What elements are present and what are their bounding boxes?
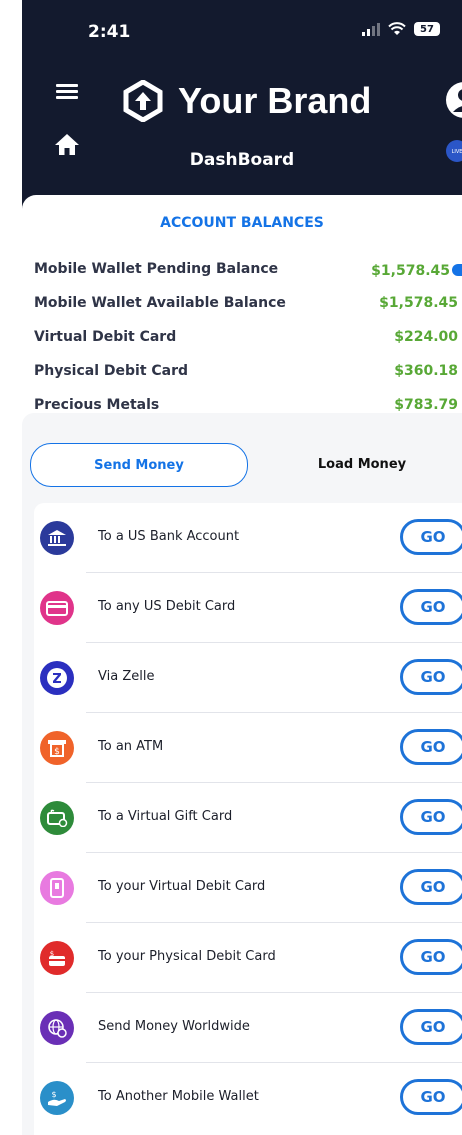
- balance-row-pending: Mobile Wallet Pending Balance $1,578.45: [34, 252, 462, 286]
- list-item-virtual-gift-card[interactable]: To a Virtual Gift Card GO: [34, 783, 462, 853]
- tab-send-money[interactable]: Send Money: [30, 443, 248, 487]
- list-item-virtual-debit-card[interactable]: To your Virtual Debit Card GO: [34, 853, 462, 923]
- tab-load-money[interactable]: Load Money: [282, 443, 442, 485]
- item-label: To an ATM: [98, 739, 164, 754]
- balances-title: ACCOUNT BALANCES: [160, 215, 324, 231]
- virtual-card-icon: [40, 871, 74, 905]
- go-button[interactable]: GO: [400, 589, 462, 625]
- go-button[interactable]: GO: [400, 799, 462, 835]
- status-time: 2:41: [88, 22, 131, 42]
- balance-row-available: Mobile Wallet Available Balance $1,578.4…: [34, 286, 462, 320]
- item-label: Via Zelle: [98, 669, 155, 684]
- brand: Your Brand: [122, 80, 371, 122]
- physical-card-icon: $: [40, 941, 74, 975]
- left-margin: [0, 0, 22, 1135]
- go-button[interactable]: GO: [400, 729, 462, 765]
- list-item-worldwide[interactable]: Send Money Worldwide GO: [34, 993, 462, 1063]
- go-button[interactable]: GO: [400, 939, 462, 975]
- battery-icon: 57: [414, 22, 440, 36]
- balance-label: Physical Debit Card: [34, 363, 189, 379]
- svg-text:$: $: [51, 1090, 56, 1099]
- balance-value: $360.18: [394, 363, 458, 379]
- live-chat-icon[interactable]: LIVE: [446, 138, 462, 164]
- signal-icon: [362, 22, 380, 36]
- user-avatar-icon[interactable]: [444, 80, 462, 120]
- svg-text:LIVE: LIVE: [452, 149, 462, 155]
- zelle-icon: [40, 661, 74, 695]
- go-button[interactable]: GO: [400, 1009, 462, 1045]
- item-label: To a Virtual Gift Card: [98, 809, 233, 824]
- item-label: Send Money Worldwide: [98, 1019, 250, 1034]
- info-icon[interactable]: [452, 264, 462, 276]
- balance-label: Mobile Wallet Pending Balance: [34, 261, 279, 277]
- item-label: To any US Debit Card: [98, 599, 236, 614]
- balance-value: $1,578.45: [379, 295, 458, 311]
- list-item-us-bank[interactable]: To a US Bank Account GO: [34, 503, 462, 573]
- balance-value: $783.79: [394, 397, 458, 413]
- balance-value: $224.00: [394, 329, 458, 345]
- list-item-physical-debit-card[interactable]: $ To your Physical Debit Card GO: [34, 923, 462, 993]
- debit-card-icon: [40, 591, 74, 625]
- send-options-list: To a US Bank Account GO To any US Debit …: [34, 503, 462, 1135]
- wallet-transfer-icon: $: [40, 1081, 74, 1115]
- page-title: DashBoard: [189, 150, 295, 170]
- go-button[interactable]: GO: [400, 519, 462, 555]
- atm-icon: $: [40, 731, 74, 765]
- item-label: To a US Bank Account: [98, 529, 240, 544]
- brand-title: Your Brand: [178, 80, 372, 121]
- list-item-atm[interactable]: $ To an ATM GO: [34, 713, 462, 783]
- list-item-zelle[interactable]: Via Zelle GO: [34, 643, 462, 713]
- gift-card-icon: [40, 801, 74, 835]
- balance-label: Mobile Wallet Available Balance: [34, 295, 286, 311]
- go-button[interactable]: GO: [400, 869, 462, 905]
- menu-icon[interactable]: [56, 84, 78, 100]
- item-label: To your Virtual Debit Card: [98, 879, 266, 894]
- go-button[interactable]: GO: [400, 1079, 462, 1115]
- balances-card: ACCOUNT BALANCES Mobile Wallet Pending B…: [22, 195, 462, 1135]
- wifi-icon: [388, 22, 406, 35]
- brand-logo-icon: [123, 80, 163, 122]
- balance-row-virtual-card: Virtual Debit Card $224.00: [34, 320, 462, 354]
- bank-icon: [40, 521, 74, 555]
- balance-row-physical-card: Physical Debit Card $360.18: [34, 354, 462, 388]
- list-item-us-debit-card[interactable]: To any US Debit Card GO: [34, 573, 462, 643]
- globe-icon: [40, 1011, 74, 1045]
- balance-label: Virtual Debit Card: [34, 329, 177, 345]
- transfer-tabs: Send Money Load Money: [30, 443, 462, 487]
- go-button[interactable]: GO: [400, 659, 462, 695]
- status-icons: 57: [362, 22, 440, 36]
- item-label: To your Physical Debit Card: [98, 949, 276, 964]
- svg-text:$: $: [54, 747, 60, 757]
- list-item-mobile-wallet[interactable]: $ To Another Mobile Wallet GO: [34, 1063, 462, 1133]
- item-label: To Another Mobile Wallet: [98, 1089, 259, 1104]
- app-header: 2:41 57 Your Brand DashBoard LIVE: [22, 0, 462, 210]
- balance-label: Precious Metals: [34, 397, 160, 413]
- transfer-panel: Send Money Load Money To a US Bank Accou…: [22, 413, 462, 1135]
- balance-value: $1,578.45: [371, 262, 450, 279]
